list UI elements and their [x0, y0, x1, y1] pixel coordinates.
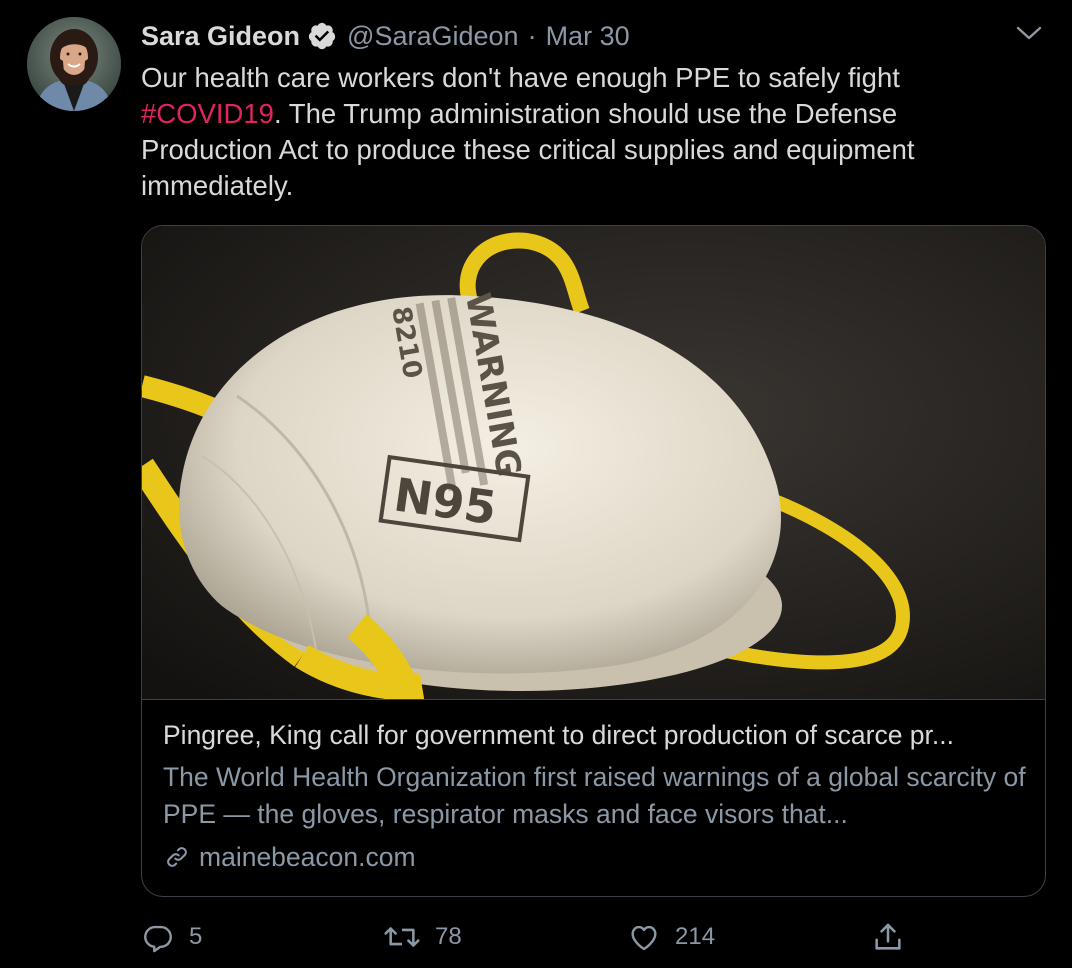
card-domain-text: mainebeacon.com	[199, 841, 416, 872]
share-button[interactable]	[871, 915, 905, 959]
link-card[interactable]: WARNING 8210 N95 Pingree, King call for …	[141, 225, 1046, 897]
action-bar: 5 78 214	[141, 915, 921, 959]
reply-count: 5	[189, 923, 203, 950]
hashtag-link[interactable]: #COVID19	[141, 98, 274, 129]
card-title: Pingree, King call for government to dir…	[163, 720, 954, 750]
reply-icon	[144, 925, 172, 953]
avatar-image	[27, 17, 121, 111]
avatar[interactable]	[27, 17, 121, 111]
card-domain: mainebeacon.com	[163, 840, 416, 874]
like-button[interactable]: 214	[627, 915, 715, 959]
separator-dot: ·	[527, 20, 537, 51]
retweet-count: 78	[435, 923, 462, 950]
verified-badge-icon	[308, 22, 336, 50]
author-name[interactable]: Sara Gideon	[141, 21, 300, 52]
chevron-down-icon[interactable]	[1014, 22, 1044, 46]
reply-button[interactable]: 5	[141, 915, 202, 959]
retweet-button[interactable]: 78	[383, 915, 462, 959]
author-handle[interactable]: @SaraGideon	[347, 21, 519, 52]
tweet-date[interactable]: Mar 30	[546, 21, 630, 52]
link-icon	[167, 847, 187, 867]
card-image: WARNING 8210 N95	[142, 226, 1045, 700]
tweet-text: Our health care workers don't have enoug…	[141, 60, 1021, 204]
share-icon	[875, 923, 901, 950]
tweet-text-part1: Our health care workers don't have enoug…	[141, 62, 900, 93]
like-icon	[631, 925, 657, 951]
retweet-icon	[384, 927, 420, 947]
tweet-header: Sara Gideon @SaraGideon · Mar 30	[141, 18, 630, 54]
card-description: The World Health Organization first rais…	[163, 762, 1026, 829]
like-count: 214	[675, 923, 716, 950]
